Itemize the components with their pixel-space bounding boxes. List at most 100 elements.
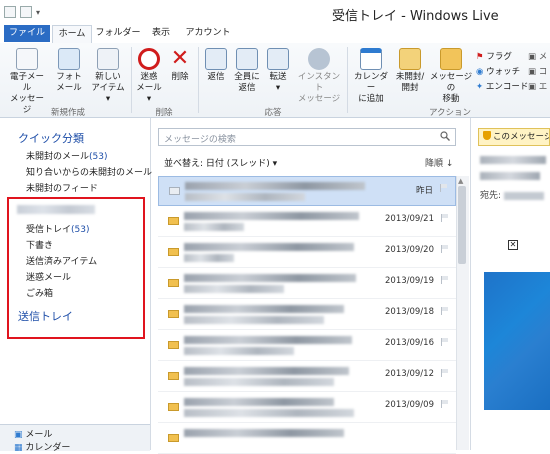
sender-blurred [480, 156, 546, 164]
reply-all-button[interactable]: 全員に 返信 [232, 48, 262, 94]
send-receive-icon[interactable] [20, 6, 32, 18]
folder-sent[interactable]: 送信済みアイテム [26, 254, 97, 267]
flag-icon[interactable] [440, 184, 447, 192]
message-row[interactable]: 2013/09/18 [158, 300, 456, 330]
account-name-blurred[interactable] [17, 205, 95, 214]
envelope-unread-icon [168, 248, 179, 256]
group-separator [131, 47, 132, 113]
instant-message-button[interactable]: インスタント メッセージ [294, 48, 344, 105]
unread-read-button[interactable]: 未開封/ 開封 [392, 48, 428, 94]
instant-message-icon [308, 48, 330, 70]
sender-blurred [185, 182, 365, 190]
flag-icon[interactable] [441, 214, 448, 222]
sender-blurred [184, 398, 334, 406]
group-label-respond: 応答 [264, 108, 282, 118]
shield-icon [483, 131, 491, 140]
scroll-up-icon[interactable]: ▲ [458, 177, 463, 185]
photo-mail-button[interactable]: フォト メール [52, 48, 86, 94]
message-row[interactable]: 昨日 [158, 176, 456, 206]
tab-file[interactable]: ファイル [4, 25, 50, 42]
unread-read-icon [399, 48, 421, 70]
nav-mail[interactable]: ▣ メール [14, 427, 52, 440]
sort-direction[interactable]: 降順 ↓ [425, 156, 453, 169]
flag-icon[interactable] [441, 400, 448, 408]
subject-blurred [184, 378, 334, 386]
group-label-new: 新規作成 [50, 108, 85, 118]
photo-mail-icon [58, 48, 80, 70]
subject-blurred [184, 223, 244, 231]
folder-trash[interactable]: ごみ箱 [26, 286, 53, 299]
search-icon[interactable] [440, 131, 450, 141]
group-separator [347, 47, 348, 113]
move-message-button[interactable]: メッセージの 移動 [428, 48, 474, 105]
flag-icon: ⚑ [476, 52, 484, 62]
envelope-unread-icon [168, 434, 179, 442]
tab-folder[interactable]: フォルダー [94, 25, 142, 42]
flag-icon[interactable] [441, 369, 448, 377]
tab-home[interactable]: ホーム [52, 25, 92, 43]
quick-item-unread[interactable]: 未開封のメール(53) [26, 149, 108, 162]
junk-icon [138, 48, 160, 70]
reply-button[interactable]: 返信 [202, 48, 230, 83]
move-message-icon [440, 48, 462, 70]
quick-item-unread-feeds[interactable]: 未開封のフィード [26, 181, 98, 194]
more-icon[interactable]: ▣ コ [528, 65, 547, 80]
subject-blurred [184, 254, 234, 262]
scrollbar-thumb[interactable] [458, 186, 466, 264]
message-image [484, 272, 550, 410]
nav-calendar[interactable]: ▦ カレンダー [14, 440, 70, 453]
envelope-unread-icon [168, 372, 179, 380]
folder-inbox[interactable]: 受信トレイ(53) [26, 222, 90, 235]
more-icon[interactable]: ▣ エ [528, 80, 547, 95]
flag-icon[interactable] [441, 245, 448, 253]
subject-blurred [184, 285, 284, 293]
message-row[interactable]: 2013/09/12 [158, 362, 456, 392]
calendar-add-icon [360, 48, 382, 70]
delete-icon: ✕ [170, 46, 190, 71]
window-title: 受信トレイ - Windows Live [332, 9, 499, 24]
folder-drafts[interactable]: 下書き [26, 238, 53, 251]
flag-icon[interactable] [441, 338, 448, 346]
folder-junk[interactable]: 迷惑メール [26, 270, 71, 283]
message-row[interactable]: 2013/09/20 [158, 238, 456, 268]
subject-blurred [184, 316, 324, 324]
group-separator [198, 47, 199, 113]
security-warning-bar[interactable]: このメッセージの [478, 128, 550, 146]
group-label-actions: アクション [428, 108, 472, 118]
envelope-unread-icon [168, 403, 179, 411]
qat-dropdown-icon[interactable]: ▾ [36, 8, 40, 17]
flag-icon[interactable] [441, 276, 448, 284]
new-item-icon [97, 48, 119, 70]
quick-item-unread-contacts[interactable]: 知り合いからの未開封のメール [26, 165, 152, 178]
sort-dropdown[interactable]: 並べ替え: 日付 (スレッド) ▾ [164, 156, 277, 169]
message-row[interactable]: 2013/09/09 [158, 393, 456, 423]
subject-blurred [184, 347, 294, 355]
junk-button[interactable]: 迷惑 メール ▾ [134, 48, 164, 105]
tab-account[interactable]: アカウント [184, 25, 232, 42]
mail-icon: ▣ [14, 430, 23, 440]
delete-button[interactable]: ✕ 削除 [166, 48, 194, 83]
folder-outbox[interactable]: 送信トレイ [18, 308, 73, 324]
forward-icon [267, 48, 289, 70]
forward-button[interactable]: 転送 ▾ [264, 48, 292, 94]
envelope-unread-icon [168, 310, 179, 318]
add-to-calendar-button[interactable]: カレンダー に追加 [350, 48, 392, 105]
more-icon[interactable]: ▣ メ [528, 50, 547, 65]
date-blurred [480, 172, 540, 180]
flag-button[interactable]: ⚑ フラグ [476, 50, 528, 65]
quick-views-title[interactable]: クイック分類 [18, 130, 84, 146]
new-item-button[interactable]: 新しい アイテム ▾ [88, 48, 128, 105]
save-icon[interactable] [4, 6, 16, 18]
flag-icon[interactable] [441, 307, 448, 315]
broken-image-icon: ✕ [508, 240, 518, 250]
quick-access-toolbar: ▾ [4, 6, 40, 18]
encode-button[interactable]: ✦ エンコード [476, 80, 528, 95]
search-placeholder: メッセージの検索 [164, 135, 236, 145]
encode-icon: ✦ [476, 82, 484, 92]
message-row[interactable]: 2013/09/16 [158, 331, 456, 361]
message-row[interactable]: 2013/09/19 [158, 269, 456, 299]
message-row[interactable]: 2013/09/21 [158, 207, 456, 237]
email-message-icon [16, 48, 38, 70]
watch-button[interactable]: ◉ ウォッチ [476, 65, 528, 80]
tab-view[interactable]: 表示 [146, 25, 176, 42]
